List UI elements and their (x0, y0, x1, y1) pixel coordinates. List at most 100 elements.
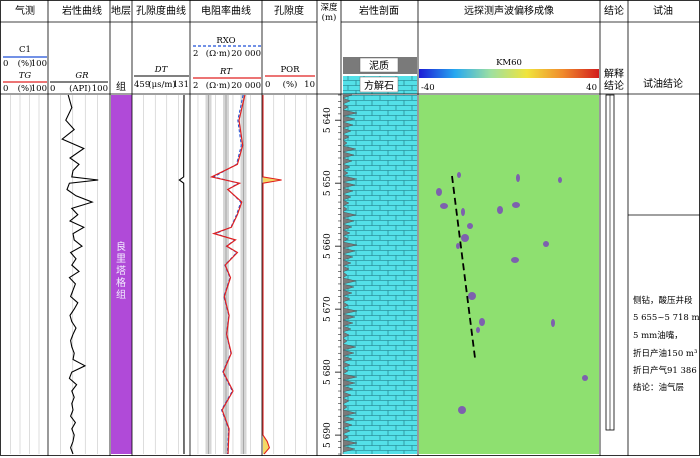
col-title-imaging: 远探测声波偏移成像 (464, 4, 554, 17)
dt-curve (178, 94, 185, 455)
test-line-2: 5 655~5 718 m (633, 313, 700, 323)
test-line-1: 侧钻，酸压井段 (633, 295, 693, 306)
rt-range-max: 20 000 (231, 81, 261, 91)
track-imaging (419, 95, 599, 454)
track-depth: 5 640 5 650 5 660 5 670 5 680 5 690 (323, 94, 341, 455)
imaging-anomaly (461, 234, 469, 242)
test-line-3: 5 mm油嘴， (633, 330, 683, 341)
dolomite-label: 方解石 (364, 79, 394, 92)
c1-curve-name: C1 (19, 45, 31, 55)
imaging-anomaly (511, 257, 519, 263)
imaging-colorbar (419, 69, 599, 78)
col-title-depth: 深度 (320, 2, 338, 13)
well-log-composite: 气测 岩性曲线 地层 孔隙度曲线 电阻率曲线 孔隙度 深度 (m) 岩性剖面 远… (0, 0, 700, 458)
col-title-conclusion: 结论 (604, 4, 624, 17)
tg-curve-name: TG (19, 71, 32, 81)
imaging-anomaly (551, 319, 555, 327)
rxo-curve-name: RXO (216, 36, 235, 46)
track-lithology-profile (342, 94, 417, 454)
dt-range-unit: (μs/m) (148, 79, 175, 90)
formation-name-char: 良 (116, 240, 126, 253)
col-title-gas: 气测 (15, 4, 35, 17)
track-gr (60, 94, 99, 455)
por-fill (263, 95, 282, 454)
gr-curve (61, 94, 99, 455)
test-line-4: 折日产油150 m³ (633, 348, 697, 359)
depth-tick-label: 5 680 (323, 359, 333, 385)
well-log-canvas: 气测 岩性曲线 地层 孔隙度曲线 电阻率曲线 孔隙度 深度 (m) 岩性剖面 远… (0, 0, 700, 456)
imaging-anomaly (497, 206, 503, 214)
conclusion-line1: 解释 (604, 67, 624, 80)
por-range-unit: (%) (283, 79, 298, 90)
rxo-range-unit: (Ω·m) (206, 48, 230, 59)
imaging-anomaly (582, 375, 588, 381)
imaging-anomaly (516, 174, 520, 182)
track-gas (10, 95, 40, 454)
por-range-min: 0 (265, 80, 270, 90)
dt-curve-name: DT (154, 65, 169, 75)
imaging-anomaly (440, 203, 448, 209)
rxo-range-min: 2 (193, 49, 198, 59)
gr-range-unit: (API) (69, 83, 91, 94)
test-oil-header-label: 试油结论 (643, 77, 683, 90)
c1-range-max: 100 (31, 59, 47, 69)
col-title-depth-unit: (m) (322, 12, 337, 23)
formation-name-char: 格 (116, 276, 126, 289)
imaging-anomaly (468, 292, 476, 300)
col-title-formation: 地层 (111, 4, 131, 17)
imaging-section (419, 95, 599, 454)
por-range-max: 10 (304, 80, 315, 90)
track-porosity (262, 95, 307, 455)
imaging-anomaly (476, 327, 480, 333)
col-title-porosity-curve: 孔隙度曲线 (136, 4, 186, 17)
test-line-6: 结论：油气层 (633, 382, 684, 393)
tg-range-max: 100 (31, 84, 47, 94)
col-title-test-oil: 试油 (653, 4, 673, 17)
imaging-anomaly (456, 243, 460, 249)
depth-tick-label: 5 670 (323, 296, 333, 322)
col-title-lithology-profile: 岩性剖面 (359, 4, 399, 17)
depth-tick-label: 5 690 (323, 422, 333, 448)
conclusion-line2: 结论 (604, 79, 624, 92)
imaging-scale-min: -40 (421, 83, 435, 93)
imaging-anomaly (479, 318, 485, 326)
imaging-anomaly (436, 188, 442, 196)
track-formation: 良里塔格组 (111, 95, 132, 454)
rt-range-unit: (Ω·m) (206, 80, 230, 91)
gr-range-min: 0 (50, 84, 55, 94)
rt-range-min: 2 (193, 81, 198, 91)
formation-name: 良里塔格组 (116, 240, 126, 301)
formation-name-char: 塔 (116, 264, 126, 277)
formation-name-char: 组 (116, 288, 126, 301)
formation-header-label: 组 (116, 80, 126, 93)
rt-curve-name: RT (219, 67, 233, 77)
depth-tick-label: 5 650 (323, 170, 333, 196)
imaging-anomaly (458, 406, 466, 414)
track-conclusion (605, 94, 615, 431)
rxo-range-max: 20 000 (231, 49, 261, 59)
track-dt (143, 94, 185, 455)
depth-tick-label: 5 660 (323, 233, 333, 259)
imaging-scale-max: 40 (586, 83, 597, 93)
gr-range-max: 100 (92, 84, 108, 94)
gr-curve-name: GR (75, 71, 89, 81)
imaging-anomaly (457, 172, 461, 178)
track-resistivity (197, 94, 251, 455)
formation-name-char: 里 (116, 253, 126, 265)
tg-range-min: 0 (3, 84, 8, 94)
imaging-survey-name: KM60 (496, 58, 522, 68)
dt-range-max: 131 (173, 80, 189, 90)
imaging-anomaly (512, 202, 520, 208)
c1-range-min: 0 (3, 59, 8, 69)
por-curve-name: POR (280, 65, 300, 75)
col-title-lithology-curve: 岩性曲线 (62, 4, 102, 17)
test-line-5: 折日产气91 386 m³ (633, 365, 700, 376)
track-test-oil: 侧钻，酸压井段 5 655~5 718 m 5 mm油嘴， 折日产油150 m³… (628, 214, 700, 393)
imaging-anomaly (467, 223, 473, 229)
imaging-anomaly (461, 208, 465, 216)
imaging-anomaly (558, 177, 562, 183)
por-curve (262, 95, 282, 455)
col-title-porosity: 孔隙度 (274, 4, 304, 17)
depth-tick-label: 5 640 (323, 107, 333, 133)
col-title-resistivity-curve: 电阻率曲线 (201, 4, 251, 17)
